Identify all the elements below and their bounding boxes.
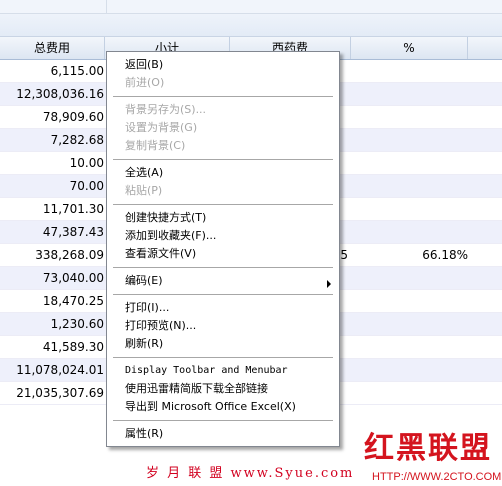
cell-total: 338,268.09 [35,248,104,262]
menu-separator [113,294,333,295]
column-header-pct[interactable]: % [351,37,468,59]
menu-item-print[interactable]: 打印(I)... [125,300,169,316]
menu-item-create-shortcut[interactable]: 创建快捷方式(T) [125,210,206,226]
menu-item-paste[interactable]: 粘贴(P) [125,183,162,199]
cell-total: 73,040.00 [42,271,104,285]
column-group-header [0,14,502,37]
menu-item-download-all[interactable]: 使用迅雷精简版下载全部链接 [125,381,268,397]
menu-item-forward[interactable]: 前进(O) [125,75,164,91]
cell-pct: 66.18% [422,248,468,262]
menu-item-view-source[interactable]: 查看源文件(V) [125,246,196,262]
column-header-extra [468,37,502,59]
menu-item-properties[interactable]: 属性(R) [125,426,163,442]
menu-separator [113,267,333,268]
watermark-syue: 岁 月 联 盟 www.Syue.com [146,466,355,481]
cell-total: 1,230.60 [50,317,104,331]
watermark-brand-logo: 红黑联盟 [364,431,492,466]
cell-total: 70.00 [69,179,104,193]
menu-item-encoding[interactable]: 编码(E) [125,273,163,289]
submenu-arrow-icon [327,280,331,288]
menu-item-back[interactable]: 返回(B) [125,57,163,73]
cell-total: 18,470.25 [42,294,104,308]
cell-total: 11,701.30 [42,202,104,216]
menu-item-export-excel[interactable]: 导出到 Microsoft Office Excel(X) [125,399,296,415]
menu-item-print-preview[interactable]: 打印预览(N)... [125,318,196,334]
menu-separator [113,204,333,205]
menu-item-refresh[interactable]: 刷新(R) [125,336,163,352]
menu-item-display-toolbar[interactable]: Display Toolbar and Menubar [125,363,288,379]
watermark-url: HTTP://WWW.2CTO.COM [372,471,502,483]
menu-item-save-background[interactable]: 背景另存为(S)... [125,102,206,118]
cell-total: 41,589.30 [42,340,104,354]
menu-separator [113,357,333,358]
menu-item-copy-background[interactable]: 复制背景(C) [125,138,185,154]
column-header-total[interactable]: 总费用 [0,37,105,59]
cell-total: 21,035,307.69 [16,386,104,400]
menu-item-add-favorites[interactable]: 添加到收藏夹(F)... [125,228,216,244]
cell-total: 47,387.43 [42,225,104,239]
cell-total: 12,308,036.16 [16,87,104,101]
top-band-segment [0,0,107,13]
context-menu: 返回(B) 前进(O) 背景另存为(S)... 设置为背景(G) 复制背景(C)… [106,51,340,447]
cell-total: 6,115.00 [50,64,104,78]
cell-total: 10.00 [69,156,104,170]
cell-total: 11,078,024.01 [16,363,104,377]
menu-item-select-all[interactable]: 全选(A) [125,165,163,181]
cell-total: 78,909.60 [42,110,104,124]
menu-item-set-background[interactable]: 设置为背景(G) [125,120,197,136]
cell-total: 7,282.68 [50,133,104,147]
menu-separator [113,420,333,421]
top-toolbar-band [0,0,502,14]
menu-separator [113,96,333,97]
menu-separator [113,159,333,160]
